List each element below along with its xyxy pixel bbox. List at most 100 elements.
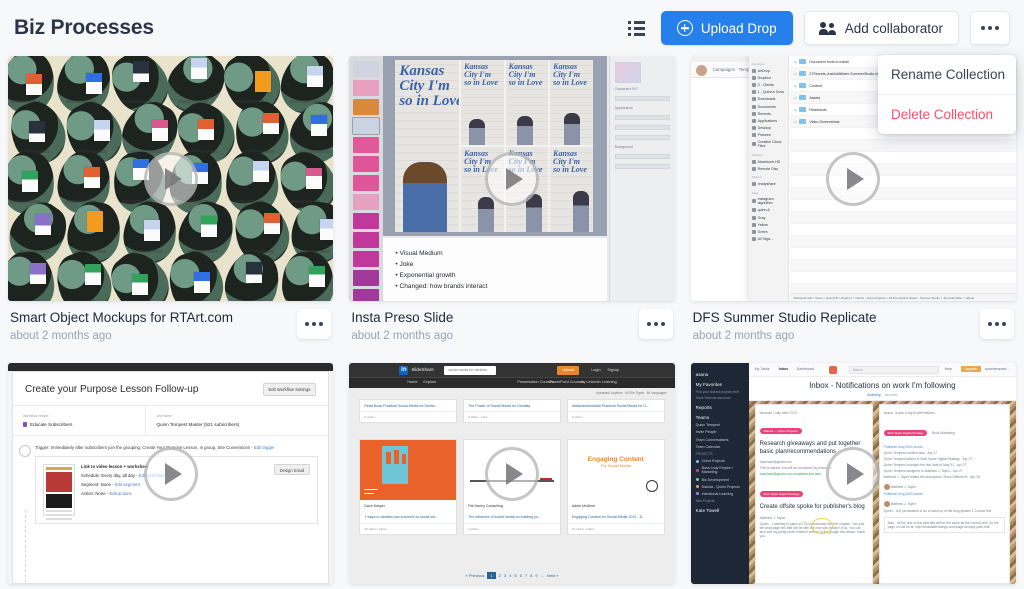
new-project[interactable]: New Projects [696, 499, 744, 503]
list-view-icon[interactable] [624, 15, 650, 41]
project-item[interactable]: Biz Development [695, 478, 744, 482]
reports[interactable]: Reports [696, 405, 744, 410]
right-tag-2[interactable]: Book Marketing [932, 431, 955, 435]
edit-step-icon[interactable] [19, 445, 31, 457]
task-tag-2[interactable]: Matt Taylor Digital Strategy [759, 491, 804, 497]
person-name[interactable]: Kate Towell [696, 508, 744, 513]
my-favorites[interactable]: My Favorites [696, 382, 744, 387]
filters-bar[interactable]: Uploaded: Anytime All File Types All Lan… [596, 391, 667, 395]
slide-thumbnail[interactable] [353, 80, 380, 96]
play-icon[interactable] [826, 151, 881, 206]
nav-inbox[interactable]: Inbox [779, 367, 789, 371]
edit-master-slide-button[interactable] [614, 164, 670, 169]
nav-explore[interactable]: Explore [423, 380, 436, 384]
login-link[interactable]: Login [591, 368, 600, 372]
account-menu[interactable]: quinntempest... [985, 367, 1010, 371]
drop-more-button[interactable] [638, 309, 673, 339]
upload-button[interactable]: Upload [557, 366, 580, 375]
invite-people[interactable]: Invite People [696, 430, 744, 434]
slide-thumbnail[interactable] [353, 251, 380, 267]
sidebar-item[interactable]: Dropbox [749, 74, 788, 81]
sidebar-item[interactable]: Green [749, 228, 788, 235]
subtask-link[interactable]: Publisher blog 1000 words [884, 445, 1005, 449]
drop-card[interactable]: Smart Object Mockups for RTArt.com about… [8, 56, 334, 363]
project-item[interactable]: Client Projects [695, 459, 744, 463]
sidebar-item[interactable]: Creative Cloud Files [749, 139, 788, 150]
slide-thumbnail[interactable] [353, 194, 380, 210]
sidebar-item[interactable]: 1 - Quinn's Docs [749, 89, 788, 96]
nav-linkedin-learning[interactable]: by LinkedIn Learning [581, 380, 616, 384]
slide-thumbnail[interactable] [353, 99, 380, 115]
edit-workflow-settings-button[interactable]: Edit Workflow Settings [262, 383, 317, 396]
play-icon[interactable] [143, 446, 198, 501]
teams[interactable]: Teams [696, 415, 744, 420]
search-input[interactable]: social media for dentists [444, 366, 497, 375]
team-calendar[interactable]: Team Calendar [696, 445, 744, 449]
signup-link[interactable]: Signup [607, 368, 619, 372]
drop-card[interactable]: Kansas City I'm so in Love Kansas City I'… [349, 56, 675, 363]
notification-icon[interactable] [828, 366, 837, 374]
pagination-item[interactable]: 2 [499, 573, 501, 578]
sidebar-item[interactable]: All Tags... [749, 236, 788, 243]
slide-thumbnail[interactable] [353, 270, 380, 286]
project-item[interactable]: Dakota - Quinn Projects [695, 485, 744, 489]
drop-thumbnail[interactable]: Kansas City I'm so in Love Kansas City I'… [349, 56, 675, 301]
slide-thumbnail[interactable] [353, 137, 380, 153]
sidebar-item[interactable]: quinn-6 [749, 207, 788, 214]
tab-archive[interactable]: Archive [885, 393, 898, 397]
attachment-link[interactable]: Publisher blog 1000 words [884, 492, 1005, 496]
drop-card[interactable]: Create your Purpose Lesson Follow-up Edi… [8, 363, 334, 584]
show-recents[interactable]: Show Recents and more [696, 396, 744, 400]
drop-thumbnail[interactable] [8, 56, 334, 301]
sidebar-item[interactable]: 0 - Clients [749, 81, 788, 88]
play-icon[interactable] [484, 151, 539, 206]
nav-dashboard[interactable]: Dashboard [797, 367, 815, 371]
upgrade-button[interactable]: Upgrade [960, 366, 981, 372]
sidebar-item[interactable]: Applications [749, 117, 788, 124]
sidebar-item[interactable]: Yellow [749, 221, 788, 228]
result-item[interactable]: Engaging Content For Social Media Adele … [566, 439, 665, 535]
sidebar-item[interactable]: Remote Disc [749, 165, 788, 172]
edit-trigger-link[interactable]: Edit trigger [254, 445, 275, 450]
search-input[interactable]: Search [848, 366, 939, 374]
inbox-tabs[interactable]: Activity Archive [749, 390, 1016, 397]
task-title-2[interactable]: Create offsite spoke for publisher's blo… [760, 504, 868, 512]
result-item[interactable]: The Power of Social Media for Dentists 6… [463, 399, 561, 424]
slide-thumbnail[interactable] [353, 232, 380, 248]
edit-segment-link[interactable]: Edit segment [115, 482, 140, 487]
nav-powerpoint-courses[interactable]: PowerPoint Courses [549, 380, 584, 384]
option-body[interactable] [614, 125, 670, 130]
result-item[interactable]: Dave Kasper 7 ways to dentists can succe… [359, 439, 458, 535]
drop-thumbnail[interactable]: asana My Favorites Find your starred pro… [690, 363, 1016, 584]
project-item[interactable]: Boss Lady Empire / Marketing [695, 466, 744, 474]
sidebar-item[interactable]: Macintosh HD [749, 158, 788, 165]
pagination-item[interactable]: 7 [525, 573, 527, 578]
option-title[interactable] [614, 115, 670, 120]
sidebar-item[interactable]: AirDrop [749, 67, 788, 74]
team-conversations[interactable]: Team Conversations [696, 438, 744, 442]
slide-thumbnail[interactable] [353, 61, 380, 77]
edit-actions-link[interactable]: Edit actions [109, 491, 131, 496]
sidebar-item[interactable]: Pictures [749, 132, 788, 139]
option-slide-number[interactable] [614, 135, 670, 140]
play-icon[interactable] [826, 446, 881, 501]
background-swatch[interactable] [614, 154, 670, 159]
pagination-item[interactable]: Next » [547, 573, 559, 578]
pagination-item[interactable]: 6 [520, 573, 522, 578]
add-collaborator-button[interactable]: Add collaborator [803, 11, 959, 45]
sidebar-item[interactable]: Recents [749, 110, 788, 117]
drop-thumbnail[interactable]: Create your Purpose Lesson Follow-up Edi… [8, 363, 334, 584]
drop-card[interactable]: in SlideShare social media for dentists … [349, 363, 675, 584]
pagination-item[interactable]: 3 [504, 573, 506, 578]
drop-thumbnail[interactable]: in SlideShare social media for dentists … [349, 363, 675, 584]
drop-card[interactable]: asana My Favorites Find your starred pro… [690, 363, 1016, 584]
pagination-item[interactable]: 1 [487, 572, 496, 579]
nav-campaigns[interactable]: Campaigns [713, 67, 735, 72]
collection-more-button[interactable] [970, 11, 1010, 45]
pagination-item[interactable]: 9 [535, 573, 537, 578]
pagination-item[interactable]: 4 [509, 573, 511, 578]
slide-thumbnail[interactable] [352, 117, 381, 135]
sidebar-item[interactable]: Downloads [749, 96, 788, 103]
tab-activity[interactable]: Activity [867, 393, 881, 397]
drop-more-button[interactable] [297, 309, 332, 339]
